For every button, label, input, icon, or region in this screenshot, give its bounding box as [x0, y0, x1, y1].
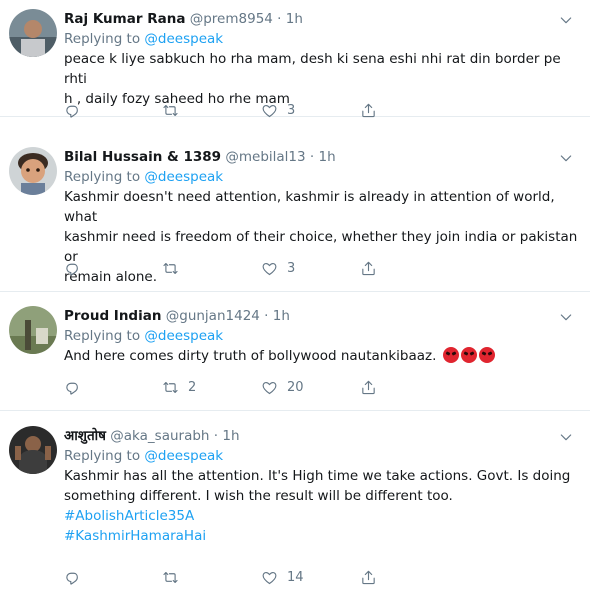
retweet-icon: [162, 379, 179, 396]
tweet-actions: 3: [64, 100, 424, 120]
replying-to: Replying to @deespeak: [64, 446, 578, 466]
share-button[interactable]: [360, 567, 377, 587]
share-icon: [360, 379, 377, 396]
retweet-button[interactable]: [162, 258, 188, 278]
display-name[interactable]: Proud Indian: [64, 308, 161, 324]
mention-link[interactable]: @deespeak: [144, 31, 223, 47]
avatar[interactable]: [9, 426, 57, 474]
tweet-header: Bilal Hussain & 1389 @mebilal13 · 1h: [64, 147, 578, 167]
display-name[interactable]: आशुतोष: [64, 428, 106, 444]
reply-button[interactable]: [64, 100, 90, 120]
tweet[interactable]: Bilal Hussain & 1389 @mebilal13 · 1h Rep…: [0, 118, 590, 292]
mention-link[interactable]: @deespeak: [144, 328, 223, 344]
replying-label: Replying to: [64, 31, 141, 47]
separator-dot: ·: [277, 11, 282, 27]
tweet-actions: 14: [64, 567, 424, 587]
display-name[interactable]: Bilal Hussain & 1389: [64, 149, 221, 165]
user-handle[interactable]: @gunjan1424: [166, 308, 260, 324]
share-icon: [360, 260, 377, 277]
reply-icon: [64, 379, 81, 396]
retweet-icon: [162, 569, 179, 586]
tweet-text-line: Kashmir has all the attention. It's High…: [64, 468, 571, 484]
timestamp[interactable]: 1h: [286, 11, 303, 27]
like-count: 3: [287, 260, 296, 276]
retweet-button[interactable]: [162, 567, 188, 587]
replying-to: Replying to @deespeak: [64, 326, 578, 346]
retweet-icon: [162, 260, 179, 277]
share-button[interactable]: [360, 100, 377, 120]
like-count: 20: [287, 379, 304, 395]
chevron-down-icon[interactable]: [558, 150, 574, 166]
mention-link[interactable]: @deespeak: [144, 448, 223, 464]
timestamp[interactable]: 1h: [318, 149, 335, 165]
chevron-down-icon[interactable]: [558, 429, 574, 445]
mention-link[interactable]: @deespeak: [144, 169, 223, 185]
avatar[interactable]: [9, 147, 57, 195]
display-name[interactable]: Raj Kumar Rana: [64, 11, 185, 27]
like-button[interactable]: 20: [261, 377, 304, 397]
avatar[interactable]: [9, 306, 57, 354]
timestamp[interactable]: 1h: [222, 428, 239, 444]
tweet-text-line: Kashmir doesn't need attention, kashmir …: [64, 189, 555, 225]
tweet[interactable]: Raj Kumar Rana @prem8954 · 1h Replying t…: [0, 0, 590, 120]
share-button[interactable]: [360, 258, 377, 278]
user-handle[interactable]: @aka_saurabh: [110, 428, 209, 444]
retweet-button[interactable]: [162, 100, 188, 120]
separator-dot: ·: [264, 308, 269, 324]
reply-icon: [64, 102, 81, 119]
tweet-text-line: And here comes dirty truth of bollywood …: [64, 348, 437, 364]
replying-to: Replying to @deespeak: [64, 29, 578, 49]
tweet-text-line: peace k liye sabkuch ho rha mam, desh ki…: [64, 51, 561, 87]
angry-face-emoji: [460, 347, 477, 363]
tweet-text-line: something different. I wish the result w…: [64, 488, 453, 504]
user-handle[interactable]: @mebilal13: [225, 149, 305, 165]
like-button[interactable]: 3: [261, 100, 295, 120]
chevron-down-icon[interactable]: [558, 309, 574, 325]
reply-button[interactable]: [64, 258, 90, 278]
tweet-text: And here comes dirty truth of bollywood …: [64, 346, 578, 366]
like-count: 3: [287, 102, 296, 118]
tweet-text: Kashmir has all the attention. It's High…: [64, 466, 578, 546]
avatar[interactable]: [9, 9, 57, 57]
tweet-actions: 3: [64, 258, 424, 278]
separator-dot: ·: [213, 428, 219, 444]
like-button[interactable]: 3: [261, 258, 295, 278]
replying-to: Replying to @deespeak: [64, 167, 578, 187]
tweet[interactable]: आशुतोष @aka_saurabh · 1h Replying to @de…: [0, 412, 590, 593]
reply-button[interactable]: [64, 567, 90, 587]
retweet-button[interactable]: 2: [162, 377, 196, 397]
tweet[interactable]: Proud Indian @gunjan1424 · 1h Replying t…: [0, 293, 590, 411]
heart-icon: [261, 379, 278, 396]
reply-icon: [64, 569, 81, 586]
replying-label: Replying to: [64, 448, 141, 464]
like-button[interactable]: 14: [261, 567, 304, 587]
heart-icon: [261, 102, 278, 119]
hashtag-link[interactable]: #KashmirHamaraHai: [64, 526, 578, 546]
user-handle[interactable]: @prem8954: [190, 11, 273, 27]
heart-icon: [261, 260, 278, 277]
reply-icon: [64, 260, 81, 277]
like-count: 14: [287, 569, 304, 585]
angry-face-emoji: [478, 347, 495, 363]
tweet-header: Raj Kumar Rana @prem8954 · 1h: [64, 9, 578, 29]
reply-button[interactable]: [64, 377, 90, 397]
share-icon: [360, 102, 377, 119]
tweet-header: Proud Indian @gunjan1424 · 1h: [64, 306, 578, 326]
share-icon: [360, 569, 377, 586]
timestamp[interactable]: 1h: [273, 308, 290, 324]
replying-label: Replying to: [64, 328, 141, 344]
tweet-header: आशुतोष @aka_saurabh · 1h: [64, 426, 578, 446]
retweet-icon: [162, 102, 179, 119]
angry-face-emoji: [442, 347, 459, 363]
retweet-count: 2: [188, 379, 197, 395]
hashtag-link[interactable]: #AbolishArticle35A: [64, 506, 578, 526]
chevron-down-icon[interactable]: [558, 12, 574, 28]
separator-dot: ·: [309, 149, 315, 165]
tweet-actions: 2 20: [64, 377, 424, 397]
heart-icon: [261, 569, 278, 586]
share-button[interactable]: [360, 377, 377, 397]
replying-label: Replying to: [64, 169, 141, 185]
